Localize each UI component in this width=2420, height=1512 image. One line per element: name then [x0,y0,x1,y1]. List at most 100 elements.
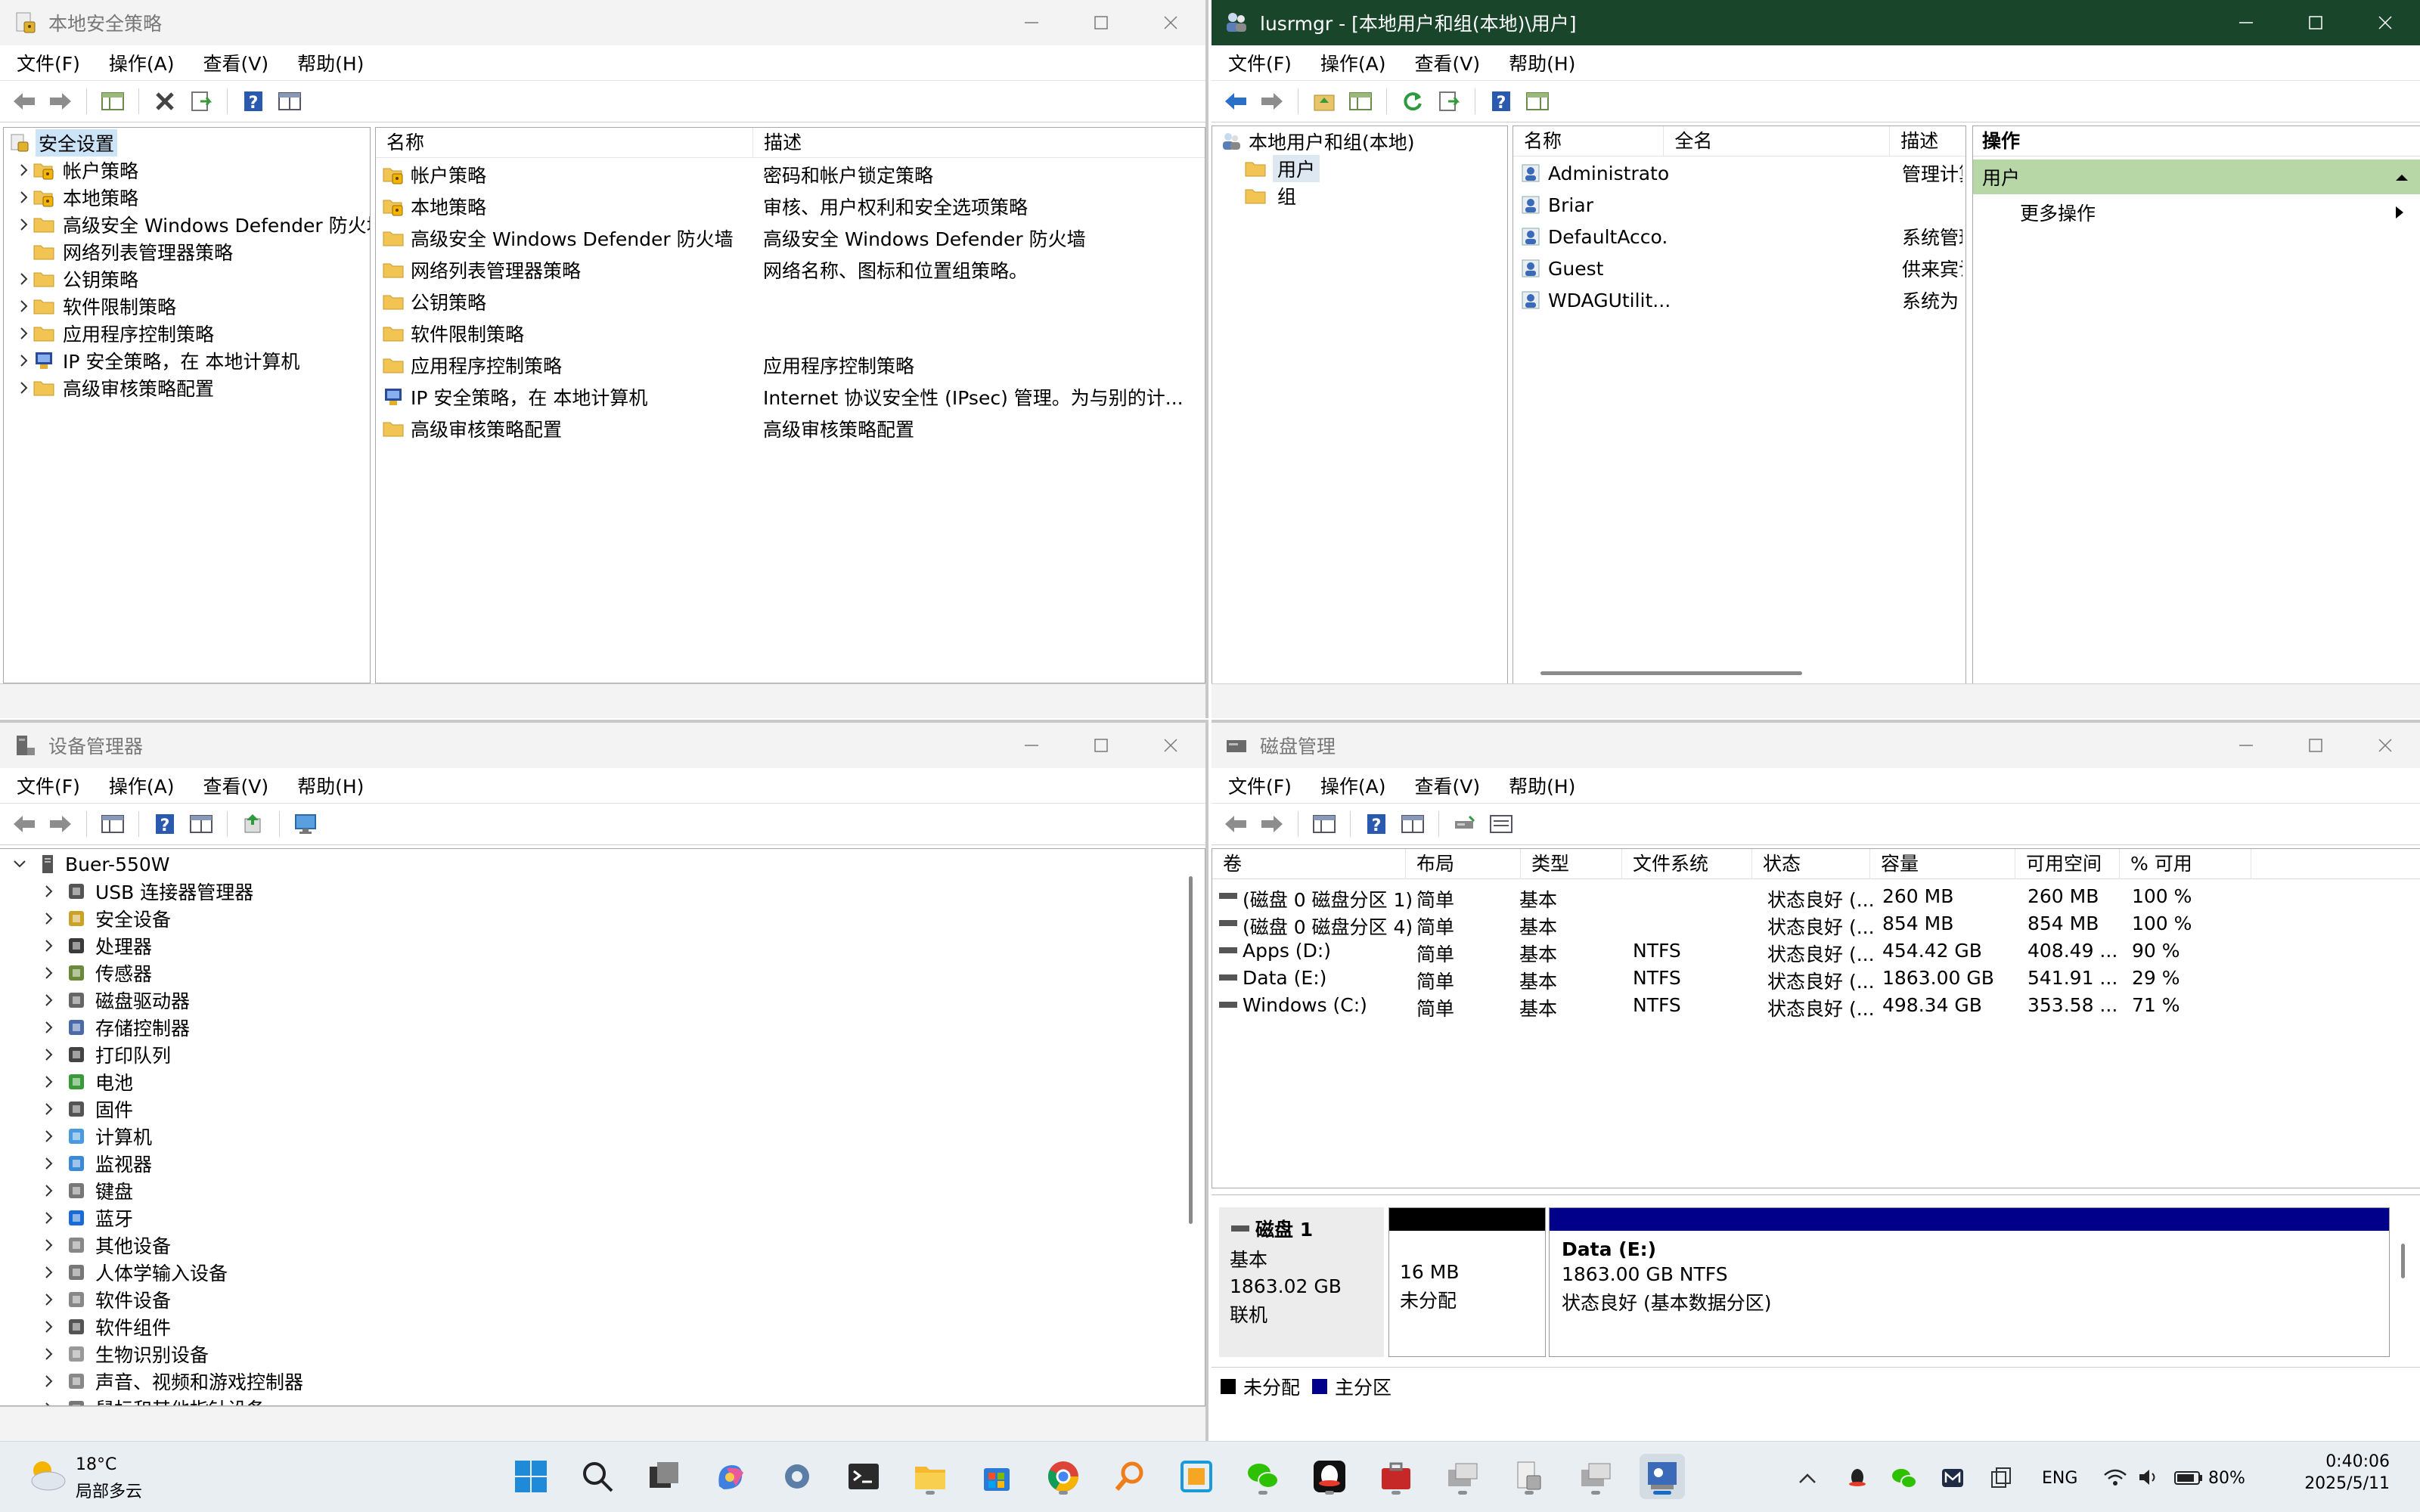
chevron-right-icon[interactable] [39,1372,57,1390]
menu-action[interactable]: 操作(A) [109,49,175,76]
back-arrow-icon[interactable] [1221,86,1251,116]
show-hide-tree-icon[interactable] [98,86,128,116]
device-category[interactable]: 固件 [39,1095,133,1123]
menu-help[interactable]: 帮助(H) [297,772,364,799]
list-item[interactable]: 高级安全 Windows Defender 防火墙 高级安全 Windows De… [382,225,1199,252]
menu-help[interactable]: 帮助(H) [1509,772,1575,799]
lusrmgr-taskbar-button[interactable] [1640,1454,1685,1499]
store-button[interactable] [974,1454,1019,1499]
forward-arrow-icon[interactable] [45,86,76,116]
weather-widget[interactable]: 18°C 局部多云 [26,1452,177,1502]
magnifier-button[interactable] [1107,1454,1153,1499]
disk-info[interactable]: 磁盘 1 基本 1863.02 GB 联机 [1219,1207,1384,1357]
chevron-right-icon[interactable] [14,379,33,397]
column-volume[interactable]: 卷 [1212,849,1406,879]
list-item[interactable]: 软件限制策略 [382,320,1199,347]
volume-row[interactable]: Apps (D:) 简单 基本 NTFS 状态良好 (... 454.42 GB 408.4… [1212,937,2392,965]
chevron-right-icon[interactable] [39,1263,57,1281]
menu-help[interactable]: 帮助(H) [1509,49,1575,76]
chevron-right-icon[interactable] [14,188,33,206]
properties-view-icon[interactable] [275,86,305,116]
delete-icon[interactable] [150,86,180,116]
show-hide-tree-icon[interactable] [1309,809,1339,839]
show-hide-action-pane-icon[interactable] [1522,86,1553,116]
tree-item[interactable]: 帐户策略 [14,156,138,184]
volume-row[interactable]: Windows (C:) 简单 基本 NTFS 状态良好 (... 498.34 GB 35… [1212,991,2392,1020]
chevron-right-icon[interactable] [14,215,33,234]
vertical-scrollbar[interactable] [2401,1244,2405,1278]
device-category[interactable]: 软件设备 [39,1286,171,1313]
chevron-right-icon[interactable] [39,964,57,982]
column-layout[interactable]: 布局 [1406,849,1521,879]
device-category[interactable]: 处理器 [39,932,152,959]
maximize-button[interactable] [2281,723,2350,768]
column-description[interactable]: 描述 [1890,126,1965,156]
tree-item[interactable]: 软件限制策略 [14,293,176,320]
column-status[interactable]: 状态 [1752,849,1870,879]
chevron-right-icon[interactable] [39,909,57,928]
device-category[interactable]: 存储控制器 [39,1014,190,1041]
scan-hardware-icon[interactable] [290,809,321,839]
chevron-right-icon[interactable] [39,1127,57,1145]
menu-action[interactable]: 操作(A) [1320,772,1386,799]
list-item[interactable]: 高级审核策略配置 高级审核策略配置 [382,415,1199,442]
volume-icon[interactable] [2137,1466,2161,1489]
qq-button[interactable] [1307,1454,1352,1499]
device-category[interactable]: 计算机 [39,1123,152,1150]
tree-item[interactable]: 网络列表管理器策略 [14,238,233,265]
tree-root-local-users[interactable]: 本地用户和组(本地) [1220,128,1415,155]
column-type[interactable]: 类型 [1521,849,1622,879]
tree-item[interactable]: 应用程序控制策略 [14,320,214,347]
toolbox-button[interactable] [1373,1454,1419,1499]
column-name[interactable]: 名称 [376,128,754,158]
chevron-right-icon[interactable] [39,1154,57,1173]
maximize-button[interactable] [1066,0,1136,45]
chevron-right-icon[interactable] [14,270,33,288]
chevron-right-icon[interactable] [39,1182,57,1200]
copilot-button[interactable] [708,1454,753,1499]
tree-item[interactable]: 本地策略 [14,184,138,211]
diskmgmt-titlebar[interactable]: 磁盘管理 [1212,723,2420,768]
chevron-right-icon[interactable] [39,1018,57,1036]
menu-file[interactable]: 文件(F) [17,772,80,799]
forward-arrow-icon[interactable] [1257,86,1287,116]
qq-tray-icon[interactable] [1845,1466,1869,1490]
back-arrow-icon[interactable] [1221,809,1251,839]
close-button[interactable] [2350,723,2420,768]
chevron-right-icon[interactable] [39,1345,57,1363]
help-icon[interactable]: ? [150,809,180,839]
chevron-right-icon[interactable] [39,1046,57,1064]
device-category[interactable]: 生物识别设备 [39,1340,209,1368]
device-category[interactable]: 其他设备 [39,1232,171,1259]
device-category[interactable]: 磁盘驱动器 [39,987,190,1014]
maximize-button[interactable] [1066,723,1136,768]
user-row[interactable]: Briar [1519,191,1965,218]
close-button[interactable] [1136,0,1205,45]
app-button[interactable] [1174,1454,1219,1499]
start-button[interactable] [508,1454,554,1499]
tree-root-security-settings[interactable]: 安全设置 [8,129,118,156]
menu-help[interactable]: 帮助(H) [297,49,364,76]
refresh-icon[interactable] [1398,86,1428,116]
wechat-tray-icon[interactable] [1891,1466,1918,1490]
action-more-actions[interactable]: 更多操作 [1973,196,2420,229]
help-icon[interactable]: ? [1486,86,1516,116]
settings-button[interactable] [774,1454,820,1499]
device-category[interactable]: USB 连接器管理器 [39,878,253,905]
column-percent-free[interactable]: % 可用 [2120,849,2251,879]
device-root[interactable]: Buer-550W [11,850,170,878]
export-list-icon[interactable] [186,86,216,116]
device-category[interactable]: 传感器 [39,959,152,987]
chevron-right-icon[interactable] [39,1236,57,1254]
back-arrow-icon[interactable] [9,809,39,839]
tree-item[interactable]: 高级审核策略配置 [14,374,214,401]
tree-item[interactable]: 公钥策略 [14,265,138,293]
column-capacity[interactable]: 容量 [1870,849,2015,879]
menu-view[interactable]: 查看(V) [1415,49,1481,76]
chevron-right-icon[interactable] [14,297,33,315]
partition-unallocated[interactable]: 16 MB 未分配 [1388,1207,1546,1357]
terminal-button[interactable] [841,1454,886,1499]
device-category[interactable]: 人体学输入设备 [39,1259,228,1286]
chrome-button[interactable] [1041,1454,1086,1499]
user-row[interactable]: DefaultAcco... 系统管理 [1519,223,1965,250]
